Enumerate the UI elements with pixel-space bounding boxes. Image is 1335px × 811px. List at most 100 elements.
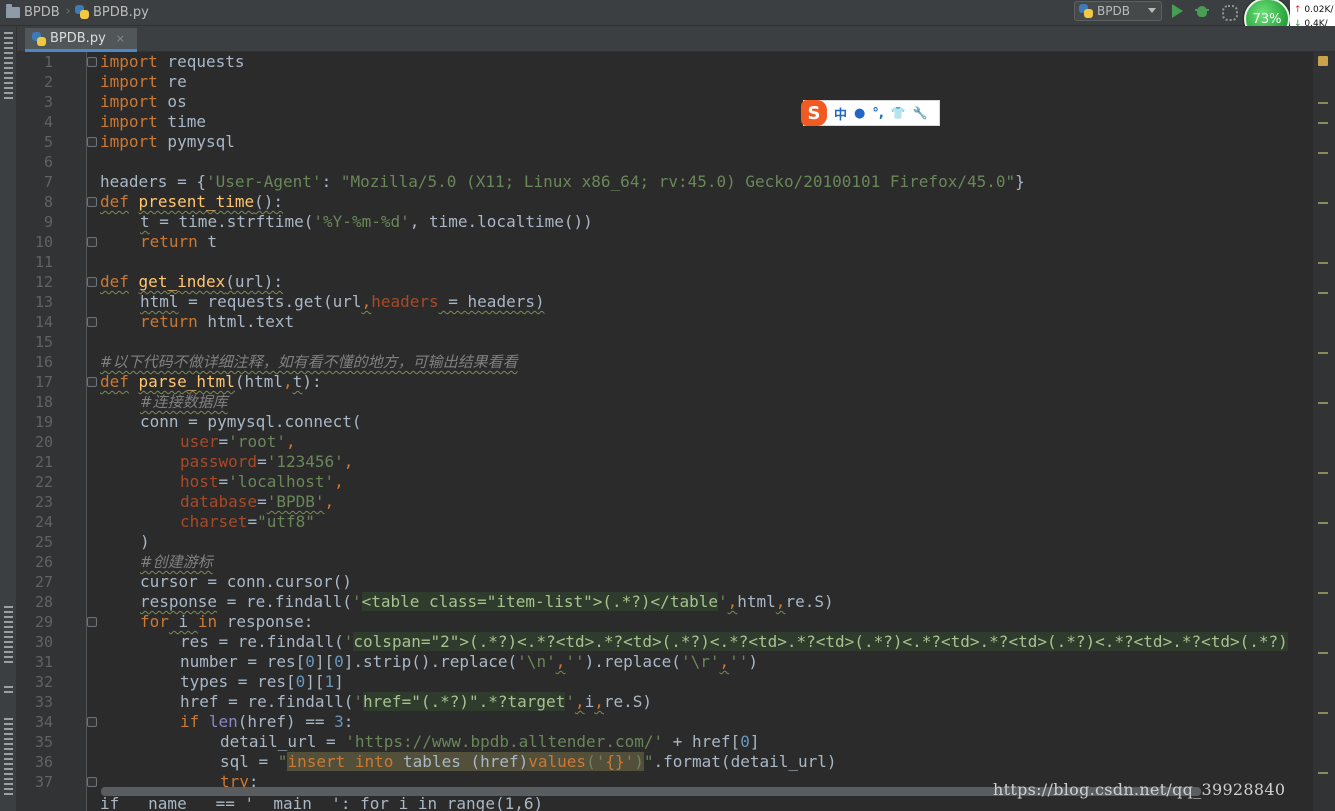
code-token: conn = pymysql.connect(: [140, 412, 362, 431]
code-token: =: [257, 452, 267, 471]
line-number[interactable]: 21: [17, 452, 53, 472]
line-number[interactable]: 35: [17, 732, 53, 752]
code-token: ): [748, 652, 759, 671]
line-number[interactable]: 27: [17, 572, 53, 592]
ime-toolbar[interactable]: S 中 ● °, 👕 🔧: [801, 100, 940, 126]
line-number[interactable]: 2: [17, 72, 53, 92]
line-number[interactable]: 15: [17, 332, 53, 352]
line-number[interactable]: 17: [17, 372, 53, 392]
marker[interactable]: [1318, 202, 1328, 204]
code-token: html: [140, 292, 179, 311]
code-token: number = res[: [180, 652, 306, 671]
line-number[interactable]: 34: [17, 712, 53, 732]
sql-keyword: values: [528, 752, 587, 771]
close-icon[interactable]: ×: [116, 32, 125, 45]
structure-tool-tab[interactable]: [4, 606, 13, 666]
project-tool-tab[interactable]: [4, 32, 13, 102]
line-number[interactable]: 13: [17, 292, 53, 312]
punctuation-icon[interactable]: °,: [872, 106, 883, 121]
line-number[interactable]: 30: [17, 632, 53, 652]
code-line-8: def present_time():: [100, 192, 283, 212]
marker[interactable]: [1318, 402, 1328, 404]
code-token: "Mozilla/5.0 (X11; Linux x86_64; rv:45.0…: [340, 172, 1016, 191]
breadcrumb-project[interactable]: BPDB: [6, 3, 60, 21]
ime-mode-toggle[interactable]: 中: [834, 104, 847, 123]
python-file-icon: [1079, 4, 1093, 18]
line-number[interactable]: 3: [17, 92, 53, 112]
full-width-icon[interactable]: ●: [854, 106, 865, 121]
line-number[interactable]: 11: [17, 252, 53, 272]
line-number[interactable]: 8: [17, 192, 53, 212]
code-token: t: [140, 212, 150, 231]
marker[interactable]: [1318, 772, 1328, 774]
coverage-button[interactable]: [1219, 3, 1238, 21]
code-token: import: [100, 132, 158, 151]
code-token: ,: [775, 592, 786, 611]
code-line-28: response = re.findall('<table class="ite…: [140, 592, 834, 612]
line-number[interactable]: 4: [17, 112, 53, 132]
code-token: charset: [180, 512, 248, 531]
code-line-19: conn = pymysql.connect(: [140, 412, 362, 432]
marker[interactable]: [1318, 262, 1328, 264]
tab-bpdb-py[interactable]: BPDB.py ×: [25, 28, 137, 52]
skin-icon[interactable]: 👕: [891, 106, 906, 120]
line-number[interactable]: 14: [17, 312, 53, 332]
line-number[interactable]: 12: [17, 272, 53, 292]
run-button[interactable]: [1168, 3, 1186, 19]
code-token: 0: [305, 652, 315, 671]
error-stripe[interactable]: [1313, 52, 1335, 811]
tools-icon[interactable]: 🔧: [913, 106, 928, 120]
line-number[interactable]: 18: [17, 392, 53, 412]
sogou-logo-icon[interactable]: S: [801, 100, 827, 126]
code-token: 'User-Agent': [205, 172, 322, 191]
favorites-tool-icon[interactable]: [4, 686, 13, 694]
breadcrumb-file[interactable]: BPDB.py: [75, 3, 149, 21]
line-number[interactable]: 37: [17, 772, 53, 792]
marker[interactable]: [1318, 352, 1328, 354]
favorites-tool-tab[interactable]: [4, 718, 13, 798]
marker[interactable]: [1318, 712, 1328, 714]
line-number[interactable]: 36: [17, 752, 53, 772]
run-configuration-select[interactable]: BPDB: [1074, 1, 1162, 21]
marker[interactable]: [1318, 592, 1328, 594]
line-number[interactable]: 33: [17, 692, 53, 712]
line-number[interactable]: 10: [17, 232, 53, 252]
marker[interactable]: [1318, 122, 1328, 124]
line-number[interactable]: 1: [17, 52, 53, 72]
marker[interactable]: [1318, 652, 1328, 654]
warning-icon[interactable]: [1318, 56, 1328, 66]
code-token: def: [100, 372, 129, 391]
code-line-14: return html.text: [140, 312, 294, 332]
code-token: html: [737, 592, 776, 611]
line-number[interactable]: 5: [17, 132, 53, 152]
line-number[interactable]: 19: [17, 412, 53, 432]
marker[interactable]: [1318, 102, 1328, 104]
line-number[interactable]: 26: [17, 552, 53, 572]
line-number[interactable]: 28: [17, 592, 53, 612]
breadcrumb-project-label: BPDB: [24, 4, 60, 20]
code-token: .format(detail_url): [653, 752, 837, 771]
code-token: t: [197, 232, 218, 251]
line-number[interactable]: 24: [17, 512, 53, 532]
code-token: 0: [334, 652, 344, 671]
line-number[interactable]: 25: [17, 532, 53, 552]
marker[interactable]: [1318, 472, 1328, 474]
line-number[interactable]: 6: [17, 152, 53, 172]
line-number[interactable]: 7: [17, 172, 53, 192]
marker[interactable]: [1318, 152, 1328, 154]
line-number[interactable]: 22: [17, 472, 53, 492]
code-line-24: charset="utf8": [180, 512, 315, 532]
code-token: :: [321, 172, 341, 191]
line-number[interactable]: 23: [17, 492, 53, 512]
line-number[interactable]: 20: [17, 432, 53, 452]
line-number[interactable]: 9: [17, 212, 53, 232]
marker[interactable]: [1318, 522, 1328, 524]
line-number[interactable]: 32: [17, 672, 53, 692]
code-editor[interactable]: import requests import re import os impo…: [87, 52, 1313, 811]
code-token: 1: [324, 672, 335, 691]
marker[interactable]: [1318, 292, 1328, 294]
debug-button[interactable]: [1193, 3, 1211, 19]
line-number[interactable]: 29: [17, 612, 53, 632]
line-number[interactable]: 31: [17, 652, 53, 672]
line-number[interactable]: 16: [17, 352, 53, 372]
